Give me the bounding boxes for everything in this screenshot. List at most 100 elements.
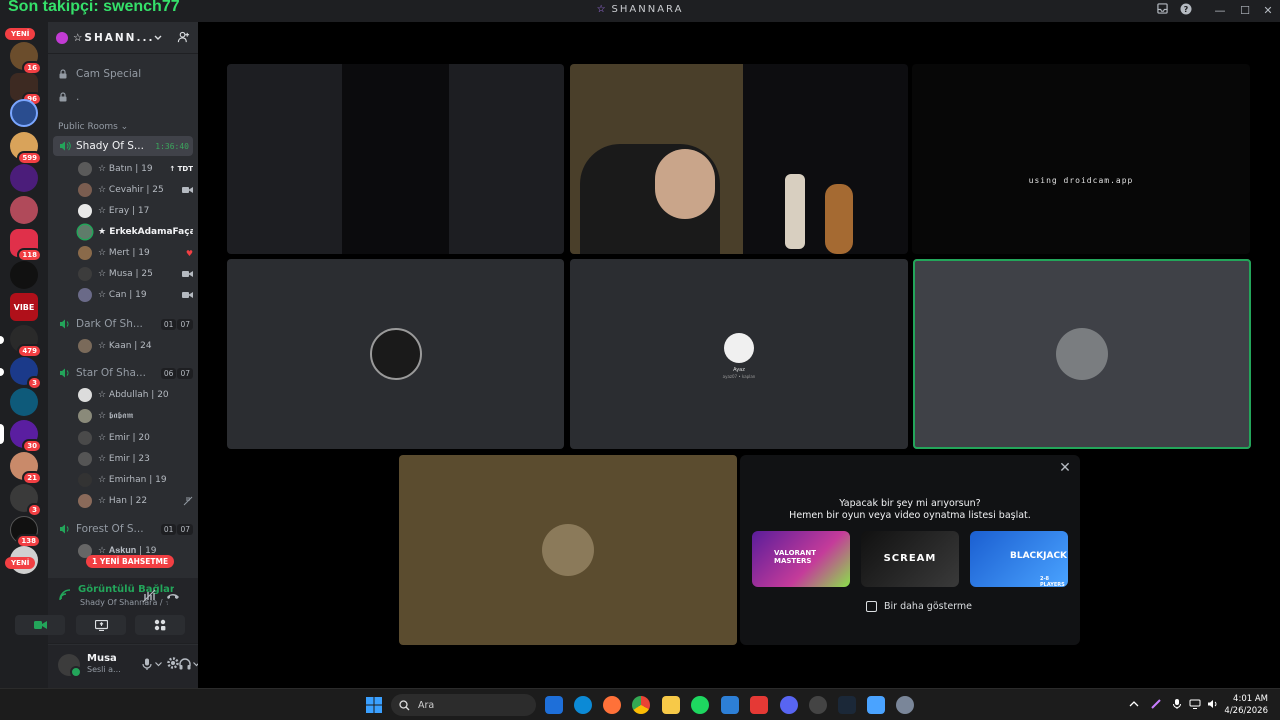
video-tile[interactable] [227, 259, 564, 449]
firefox-icon[interactable] [603, 696, 621, 714]
server-icon[interactable] [10, 99, 38, 127]
server-icon[interactable] [10, 164, 38, 192]
voice-member[interactable]: ☆ Cevahir | 25 [78, 181, 193, 199]
video-tile[interactable] [570, 64, 908, 254]
add-member-icon[interactable] [177, 31, 190, 44]
tray-app-icon[interactable] [1150, 698, 1162, 710]
noise-suppression-icon[interactable] [142, 589, 156, 603]
user-name[interactable]: Musa [87, 653, 117, 664]
close-icon[interactable]: ✕ [1058, 461, 1072, 475]
voice-channel-dark[interactable]: Dark Of Sh... 01 07 [53, 314, 193, 334]
spotify-icon[interactable] [691, 696, 709, 714]
app-icon[interactable] [809, 696, 827, 714]
microphone-icon[interactable] [1171, 698, 1183, 710]
avatar [1056, 328, 1108, 380]
chevron-up-icon[interactable] [1128, 698, 1140, 710]
disconnect-icon[interactable] [166, 590, 180, 602]
file-explorer-icon[interactable] [662, 696, 680, 714]
chevron-down-icon[interactable] [154, 657, 163, 671]
voice-status-text[interactable]: Görüntülü Bağlantı Kuruldu [78, 584, 174, 595]
server-icon[interactable]: 479 [10, 325, 42, 358]
settings-icon[interactable] [896, 696, 914, 714]
voice-channel-star[interactable]: Star Of Sha... 06 07 [53, 363, 193, 383]
edge-icon[interactable] [574, 696, 592, 714]
channel-cam-special[interactable]: Cam Special [58, 65, 141, 83]
voice-member[interactable]: ☆ Abdullah | 20 [78, 386, 193, 404]
channel-dot[interactable]: . [58, 88, 79, 106]
voice-member[interactable]: ☆ 𝖇𝖆𝖇𝖆𝖒 [78, 407, 193, 425]
microphone-icon[interactable] [140, 657, 154, 671]
voice-member[interactable]: ☆ Eray | 17 [78, 202, 193, 220]
activities-button[interactable] [135, 615, 185, 635]
settings-gear-icon[interactable] [166, 656, 180, 670]
vscode-icon[interactable] [721, 696, 739, 714]
game-card-scream[interactable]: SCREAM [861, 531, 959, 587]
help-icon[interactable]: ? [1178, 3, 1194, 19]
user-limit: 07 [177, 367, 193, 379]
chevron-down-icon[interactable] [153, 33, 163, 43]
guild-header[interactable]: ☆SHANN... [48, 22, 198, 54]
server-icon[interactable]: 30 [10, 420, 42, 453]
server-icon[interactable] [10, 261, 38, 289]
game-card-valorant[interactable]: VALORANT MASTERS [752, 531, 850, 587]
voice-member[interactable]: ☆ Mert | 19 ♥ [78, 244, 193, 262]
avatar [78, 267, 92, 281]
dont-show-again-checkbox[interactable]: Bir daha gösterme [866, 601, 972, 612]
outlook-icon[interactable] [545, 696, 563, 714]
voice-member[interactable]: ☆ Kaan | 24 [78, 337, 193, 355]
server-icon[interactable] [10, 196, 38, 224]
minimize-button[interactable]: — [1212, 3, 1228, 19]
voice-member[interactable]: ☆ Batın | 19 ↑ TDT [78, 160, 193, 178]
server-icon[interactable]: 118 [10, 229, 42, 262]
voice-member[interactable]: ☆ Emir | 23 [78, 450, 193, 468]
voice-member[interactable]: ☆ Han | 22 [78, 492, 193, 510]
video-tile[interactable]: using droidcam.app [912, 64, 1250, 254]
chrome-icon[interactable] [632, 696, 650, 714]
volume-icon[interactable] [1207, 698, 1219, 710]
server-icon[interactable]: 138 [10, 516, 41, 548]
close-window-button[interactable]: ✕ [1260, 3, 1276, 19]
server-icon-vibe[interactable]: VIBE [10, 293, 38, 321]
new-unread-pill[interactable]: YENİ [5, 557, 36, 569]
voice-channel-forest[interactable]: Forest Of S... 01 07 [53, 519, 193, 539]
checkbox[interactable] [866, 601, 877, 612]
category-public-rooms[interactable]: Public Rooms ⌄ [58, 122, 128, 132]
windows-start-icon[interactable] [366, 697, 382, 713]
voice-member[interactable]: ★ ErkekAdamaFaça... [78, 223, 193, 241]
video-tile[interactable] [399, 455, 737, 645]
avatar[interactable] [58, 654, 82, 678]
new-unread-pill[interactable]: YENİ [5, 28, 36, 40]
voice-member[interactable]: ☆ Musa | 25 [78, 265, 193, 283]
screen-share-button[interactable] [76, 615, 126, 635]
server-icon[interactable]: 16 [10, 42, 42, 75]
steam-icon[interactable] [838, 696, 856, 714]
taskbar-search[interactable]: Ara [391, 694, 536, 716]
video-tile-speaking[interactable] [913, 259, 1251, 449]
voice-channel-shady[interactable]: Shady Of S... 1:36:40 [53, 136, 193, 156]
headphones-icon[interactable] [178, 657, 192, 671]
photos-icon[interactable] [867, 696, 885, 714]
server-icon[interactable] [10, 388, 38, 416]
signal-icon[interactable] [58, 588, 72, 602]
game-card-blackjack[interactable]: BLACKJACK 2-8 PLAYERS [970, 531, 1068, 587]
voice-member[interactable]: ☆ Emir | 20 [78, 429, 193, 447]
network-icon[interactable] [1189, 698, 1201, 710]
user-status[interactable]: Sesli a... [87, 665, 121, 674]
server-icon[interactable]: 3 [10, 484, 42, 517]
voice-member[interactable]: ☆ Can | 19 [78, 286, 193, 304]
new-mentions-pill[interactable]: 1 YENİ BAHSETME [86, 555, 175, 568]
server-icon[interactable]: 3 [10, 357, 42, 390]
server-icon[interactable]: 96 [10, 73, 42, 106]
video-tile[interactable] [227, 64, 564, 254]
app-icon[interactable] [750, 696, 768, 714]
video-tile[interactable]: Ayaz ayaz07 • kaplan [570, 259, 908, 449]
inbox-icon[interactable] [1154, 3, 1170, 19]
camera-toggle-button[interactable] [15, 615, 65, 635]
server-icon[interactable]: 599 [10, 132, 42, 165]
maximize-button[interactable]: ☐ [1237, 3, 1253, 19]
system-clock[interactable]: 4:01 AM 4/26/2026 [1224, 693, 1268, 717]
camera-icon [182, 187, 193, 193]
voice-member[interactable]: ☆ Emirhan | 19 [78, 471, 193, 489]
server-icon[interactable]: 21 [10, 452, 42, 485]
discord-icon[interactable] [780, 696, 798, 714]
